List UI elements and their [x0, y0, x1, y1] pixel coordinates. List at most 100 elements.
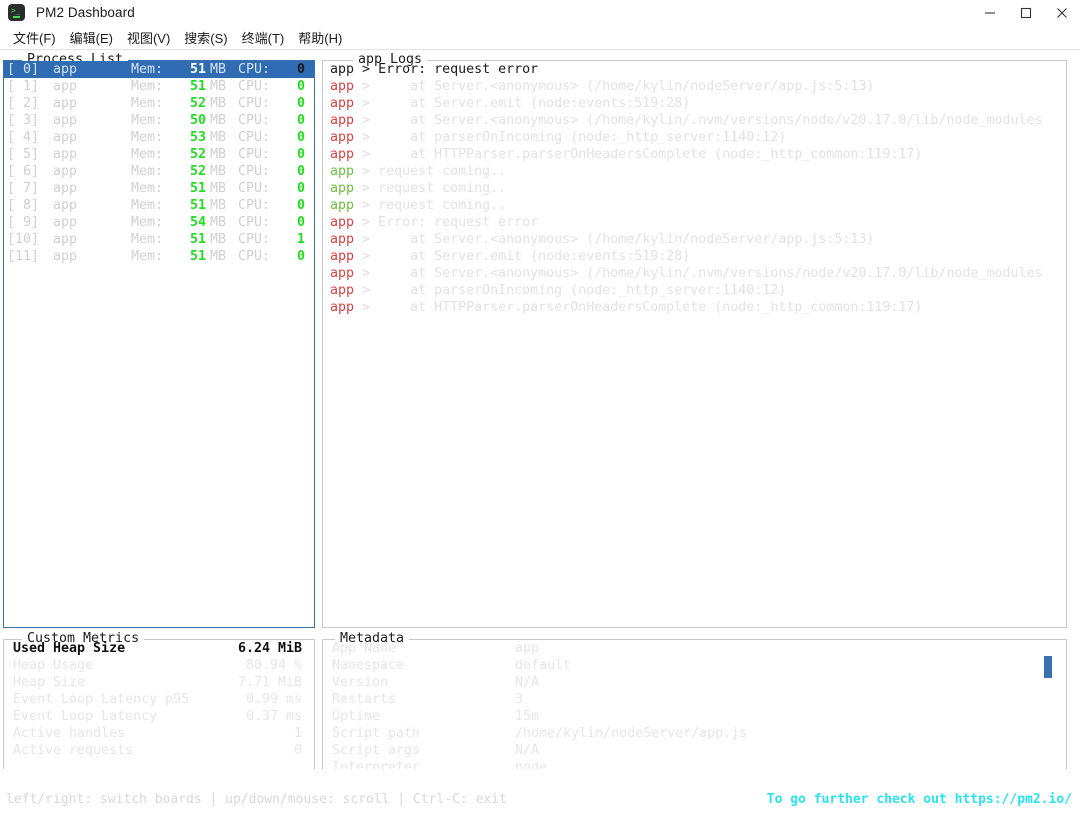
log-line: app > at parserOnIncoming (node:_http_se…: [323, 282, 1066, 299]
process-mem-unit: MB: [210, 113, 227, 128]
log-source-tag: app: [330, 181, 355, 196]
minimize-button[interactable]: [972, 0, 1008, 25]
process-index: [ 1]: [7, 79, 40, 94]
metric-row: Active handles 1: [4, 725, 314, 742]
log-separator: >: [354, 232, 379, 247]
process-row[interactable]: [10] app Mem: 51 MB CPU: 1: [4, 231, 314, 248]
process-name: app: [53, 79, 78, 94]
process-row[interactable]: [ 2] app Mem: 52 MB CPU: 0: [4, 95, 314, 112]
process-cpu-value: 0: [296, 96, 305, 111]
process-mem-value: 52: [189, 164, 206, 179]
process-mem-label: Mem:: [131, 96, 164, 111]
process-row[interactable]: [ 5] app Mem: 52 MB CPU: 0: [4, 146, 314, 163]
log-line: app > at Server.<anonymous> (/home/kylin…: [323, 231, 1066, 248]
status-hints: left/right: switch boards | up/down/mous…: [6, 792, 507, 807]
process-cpu-value: 0: [296, 147, 305, 162]
log-line: app > request coming..: [323, 180, 1066, 197]
log-separator: >: [354, 283, 379, 298]
log-message: at HTTPParser.parserOnHeadersComplete (n…: [378, 147, 923, 162]
process-row[interactable]: [ 8] app Mem: 51 MB CPU: 0: [4, 197, 314, 214]
process-mem-unit: MB: [210, 249, 227, 264]
process-list-panel[interactable]: Process List [ 0] app Mem: 51 MB CPU: 0[ 1] app…: [3, 52, 315, 628]
process-cpu-label: CPU:: [238, 249, 271, 264]
metric-label: Active requests: [13, 743, 134, 758]
log-separator: >: [354, 266, 379, 281]
process-cpu-value: 0: [296, 79, 305, 94]
metadata-scrollbar[interactable]: [1044, 656, 1052, 678]
log-source-tag: app: [330, 113, 355, 128]
process-mem-label: Mem:: [131, 147, 164, 162]
metadata-row: Restarts 3: [323, 691, 1066, 708]
process-mem-label: Mem:: [131, 164, 164, 179]
metadata-row: Script path/home/kylin/nodeServer/app.js: [323, 725, 1066, 742]
process-mem-label: Mem:: [131, 181, 164, 196]
menu-view[interactable]: 视图(V): [120, 26, 177, 49]
status-bar: left/right: switch boards | up/down/mous…: [0, 769, 1080, 819]
metadata-key: Namespace: [332, 658, 405, 673]
menu-edit[interactable]: 编辑(E): [63, 26, 120, 49]
log-line: app > request coming..: [323, 197, 1066, 214]
process-row[interactable]: [11] app Mem: 51 MB CPU: 0: [4, 248, 314, 265]
metric-value: 0: [293, 743, 302, 758]
process-row[interactable]: [ 0] app Mem: 51 MB CPU: 0: [4, 61, 314, 78]
menu-file[interactable]: 文件(F): [6, 26, 63, 49]
process-row[interactable]: [ 9] app Mem: 54 MB CPU: 0: [4, 214, 314, 231]
log-message: at Server.emit (node:events:519:28): [378, 96, 691, 111]
menu-help[interactable]: 帮助(H): [291, 26, 349, 49]
log-separator: >: [354, 164, 379, 179]
log-source-tag: app: [330, 198, 355, 213]
metric-label: Heap Usage: [13, 658, 94, 673]
process-index: [11]: [7, 249, 40, 264]
log-message: request coming..: [378, 181, 507, 196]
metric-label: Event Loop Latency p95: [13, 692, 190, 707]
window-title: PM2 Dashboard: [36, 5, 135, 20]
process-row[interactable]: [ 1] app Mem: 51 MB CPU: 0: [4, 78, 314, 95]
process-index: [ 5]: [7, 147, 40, 162]
process-name: app: [53, 232, 78, 247]
log-line: app > at parserOnIncoming (node:_http_se…: [323, 129, 1066, 146]
menu-terminal[interactable]: 终端(T): [235, 26, 292, 49]
process-mem-unit: MB: [210, 96, 227, 111]
process-name: app: [53, 164, 78, 179]
log-message: request coming..: [378, 164, 507, 179]
process-cpu-label: CPU:: [238, 62, 271, 77]
process-mem-unit: MB: [210, 215, 227, 230]
process-mem-label: Mem:: [131, 232, 164, 247]
log-source-tag: app: [330, 283, 355, 298]
logs-panel-body[interactable]: app > Error: request error app > at Serve…: [323, 61, 1066, 627]
metadata-value: /home/kylin/nodeServer/app.js: [515, 726, 748, 741]
log-line: app > request coming..: [323, 163, 1066, 180]
log-source-tag: app: [330, 266, 355, 281]
metric-row: Event Loop Latency 0.37 ms: [4, 708, 314, 725]
process-row[interactable]: [ 3] app Mem: 50 MB CPU: 0: [4, 112, 314, 129]
status-promo-link[interactable]: To go further check out https://pm2.io/: [767, 792, 1072, 807]
log-message: at HTTPParser.parserOnHeadersComplete (n…: [378, 300, 923, 315]
metric-label: Used Heap Size: [13, 641, 126, 656]
process-index: [10]: [7, 232, 40, 247]
log-separator: >: [354, 62, 379, 77]
process-mem-label: Mem:: [131, 113, 164, 128]
metadata-value: default: [515, 658, 572, 673]
close-button[interactable]: [1044, 0, 1080, 25]
logs-panel[interactable]: app Logs app > Error: request error app >…: [322, 52, 1067, 628]
process-mem-unit: MB: [210, 147, 227, 162]
process-cpu-value: 1: [296, 232, 305, 247]
log-separator: >: [354, 96, 379, 111]
process-row[interactable]: [ 4] app Mem: 53 MB CPU: 0: [4, 129, 314, 146]
process-mem-label: Mem:: [131, 79, 164, 94]
log-line: app > at Server.emit (node:events:519:28…: [323, 248, 1066, 265]
log-source-tag: app: [330, 249, 355, 264]
menu-search[interactable]: 搜索(S): [177, 26, 234, 49]
process-row[interactable]: [ 6] app Mem: 52 MB CPU: 0: [4, 163, 314, 180]
process-cpu-value: 0: [296, 181, 305, 196]
process-list-body[interactable]: [ 0] app Mem: 51 MB CPU: 0 [ 1] app Mem: 51 MB CPU: 0…: [4, 61, 314, 627]
process-mem-unit: MB: [210, 164, 227, 179]
metric-value: 7.71 MiB: [237, 675, 302, 690]
log-line: app > at Server.emit (node:events:519:28…: [323, 95, 1066, 112]
log-separator: >: [354, 300, 379, 315]
log-message: at parserOnIncoming (node:_http_server:1…: [378, 130, 787, 145]
metric-value: 1: [293, 726, 302, 741]
log-message: at Server.<anonymous> (/home/kylin/nodeS…: [378, 79, 875, 94]
process-row[interactable]: [ 7] app Mem: 51 MB CPU: 0: [4, 180, 314, 197]
maximize-button[interactable]: [1008, 0, 1044, 25]
